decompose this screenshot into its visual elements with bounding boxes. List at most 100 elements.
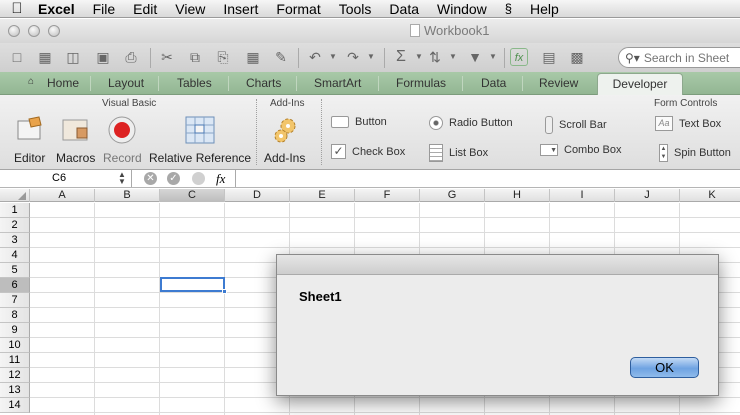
row-header-9[interactable]: 9	[0, 323, 30, 338]
record-button[interactable]: Record	[103, 115, 142, 165]
row-header-1[interactable]: 1	[0, 203, 30, 218]
templates-icon[interactable]: ▦	[36, 48, 54, 66]
formula-divider	[235, 170, 236, 187]
active-cell-c6[interactable]	[160, 277, 225, 292]
chevron-down-icon[interactable]: ▼	[484, 48, 502, 66]
tab-home[interactable]: Home	[47, 76, 79, 90]
gallery-icon[interactable]: ▤	[540, 48, 558, 66]
form-control-text-box[interactable]: Aa Text Box	[655, 116, 721, 131]
row-header-14[interactable]: 14	[0, 398, 30, 413]
add-ins-button[interactable]: Add-Ins	[264, 115, 305, 165]
column-header-e[interactable]: E	[290, 189, 355, 202]
tab-charts[interactable]: Charts	[246, 76, 281, 90]
tab-smartart[interactable]: SmartArt	[314, 76, 361, 90]
tab-developer[interactable]: Developer	[597, 73, 683, 95]
cancel-entry-icon[interactable]: ✕	[144, 172, 157, 185]
paste-icon[interactable]: ⎘	[214, 48, 232, 66]
macros-button[interactable]: Macros	[56, 115, 95, 165]
minimize-window-button[interactable]	[28, 25, 40, 37]
column-header-a[interactable]: A	[30, 189, 95, 202]
column-header-d[interactable]: D	[225, 189, 290, 202]
menu-file[interactable]: File	[84, 1, 125, 17]
column-header-i[interactable]: I	[550, 189, 615, 202]
row-header-10[interactable]: 10	[0, 338, 30, 353]
menu-tools[interactable]: Tools	[330, 1, 381, 17]
script-menu-icon[interactable]: §	[496, 1, 521, 16]
cut-icon[interactable]: ✂	[158, 48, 176, 66]
macros-icon	[61, 115, 91, 145]
chevron-down-icon[interactable]: ▼	[324, 48, 342, 66]
formula-input[interactable]	[240, 171, 735, 186]
tab-layout[interactable]: Layout	[108, 76, 144, 90]
paste-special-icon[interactable]: ▦	[244, 48, 262, 66]
menu-app-name[interactable]: Excel	[34, 1, 84, 17]
name-box-stepper-icon[interactable]: ▲ ▼	[118, 171, 126, 186]
tab-tables[interactable]: Tables	[177, 76, 212, 90]
filter-icon[interactable]: ▼	[466, 48, 484, 66]
column-header-b[interactable]: B	[95, 189, 160, 202]
form-control-radio-button[interactable]: Radio Button	[429, 116, 513, 130]
column-header-k[interactable]: K	[680, 189, 740, 202]
redo-icon[interactable]: ↷	[344, 48, 362, 66]
home-icon[interactable]: ⌂	[28, 76, 34, 87]
form-control-combo-box[interactable]: ▼ Combo Box	[540, 144, 621, 156]
row-header-7[interactable]: 7	[0, 293, 30, 308]
column-header-g[interactable]: G	[420, 189, 485, 202]
form-control-button[interactable]: Button	[331, 116, 387, 128]
new-document-icon[interactable]: □	[8, 48, 26, 66]
menu-window[interactable]: Window	[428, 1, 496, 17]
ok-button[interactable]: OK	[630, 357, 699, 378]
row-header-6[interactable]: 6	[0, 278, 30, 293]
editor-button[interactable]: Editor	[14, 115, 45, 165]
form-control-list-box[interactable]: List Box	[429, 144, 488, 162]
chevron-down-icon[interactable]: ▼	[362, 48, 380, 66]
form-control-check-box[interactable]: ✓ Check Box	[331, 144, 405, 159]
search-field[interactable]: ⚲▾	[618, 47, 740, 68]
row-header-2[interactable]: 2	[0, 218, 30, 233]
toolbox-icon[interactable]: ▩	[568, 48, 586, 66]
relative-reference-button[interactable]: Relative Reference	[149, 115, 251, 165]
autosum-icon[interactable]: Σ	[392, 48, 410, 66]
close-window-button[interactable]	[8, 25, 20, 37]
chevron-down-icon[interactable]: ▼	[444, 48, 462, 66]
save-icon[interactable]: ▣	[94, 48, 112, 66]
search-input[interactable]	[643, 50, 740, 65]
print-icon[interactable]: ⎙	[122, 48, 140, 66]
row-header-11[interactable]: 11	[0, 353, 30, 368]
open-folder-icon[interactable]: ◫	[64, 48, 82, 66]
formula-builder-icon[interactable]	[192, 172, 205, 185]
row-header-4[interactable]: 4	[0, 248, 30, 263]
insert-function-icon[interactable]: fx	[216, 171, 225, 187]
tab-review[interactable]: Review	[539, 76, 578, 90]
name-box[interactable]: C6	[0, 170, 132, 187]
select-all-corner[interactable]	[0, 189, 30, 202]
column-header-c[interactable]: C	[160, 189, 225, 202]
menu-format[interactable]: Format	[267, 1, 329, 17]
undo-icon[interactable]: ↶	[306, 48, 324, 66]
copy-icon[interactable]: ⧉	[186, 48, 204, 66]
sort-icon[interactable]: ⇅	[426, 48, 444, 66]
column-header-f[interactable]: F	[355, 189, 420, 202]
row-header-3[interactable]: 3	[0, 233, 30, 248]
form-control-scroll-bar[interactable]: Scroll Bar	[545, 116, 607, 134]
menu-insert[interactable]: Insert	[214, 1, 267, 17]
format-painter-icon[interactable]: ✎	[272, 48, 290, 66]
column-header-j[interactable]: J	[615, 189, 680, 202]
row-header-5[interactable]: 5	[0, 263, 30, 278]
menu-data[interactable]: Data	[380, 1, 428, 17]
apple-logo-icon[interactable]: 	[0, 0, 34, 17]
menu-edit[interactable]: Edit	[124, 1, 166, 17]
row-header-8[interactable]: 8	[0, 308, 30, 323]
form-control-spin-button[interactable]: ▲ ▼ Spin Button	[659, 144, 731, 162]
function-icon[interactable]: fx	[510, 48, 528, 66]
row-header-12[interactable]: 12	[0, 368, 30, 383]
menu-view[interactable]: View	[166, 1, 214, 17]
tab-formulas[interactable]: Formulas	[396, 76, 446, 90]
tab-data[interactable]: Data	[481, 76, 506, 90]
confirm-entry-icon[interactable]: ✓	[167, 172, 180, 185]
row-header-13[interactable]: 13	[0, 383, 30, 398]
menu-help[interactable]: Help	[521, 1, 568, 17]
column-header-h[interactable]: H	[485, 189, 550, 202]
fill-handle[interactable]	[222, 289, 227, 294]
zoom-window-button[interactable]	[48, 25, 60, 37]
